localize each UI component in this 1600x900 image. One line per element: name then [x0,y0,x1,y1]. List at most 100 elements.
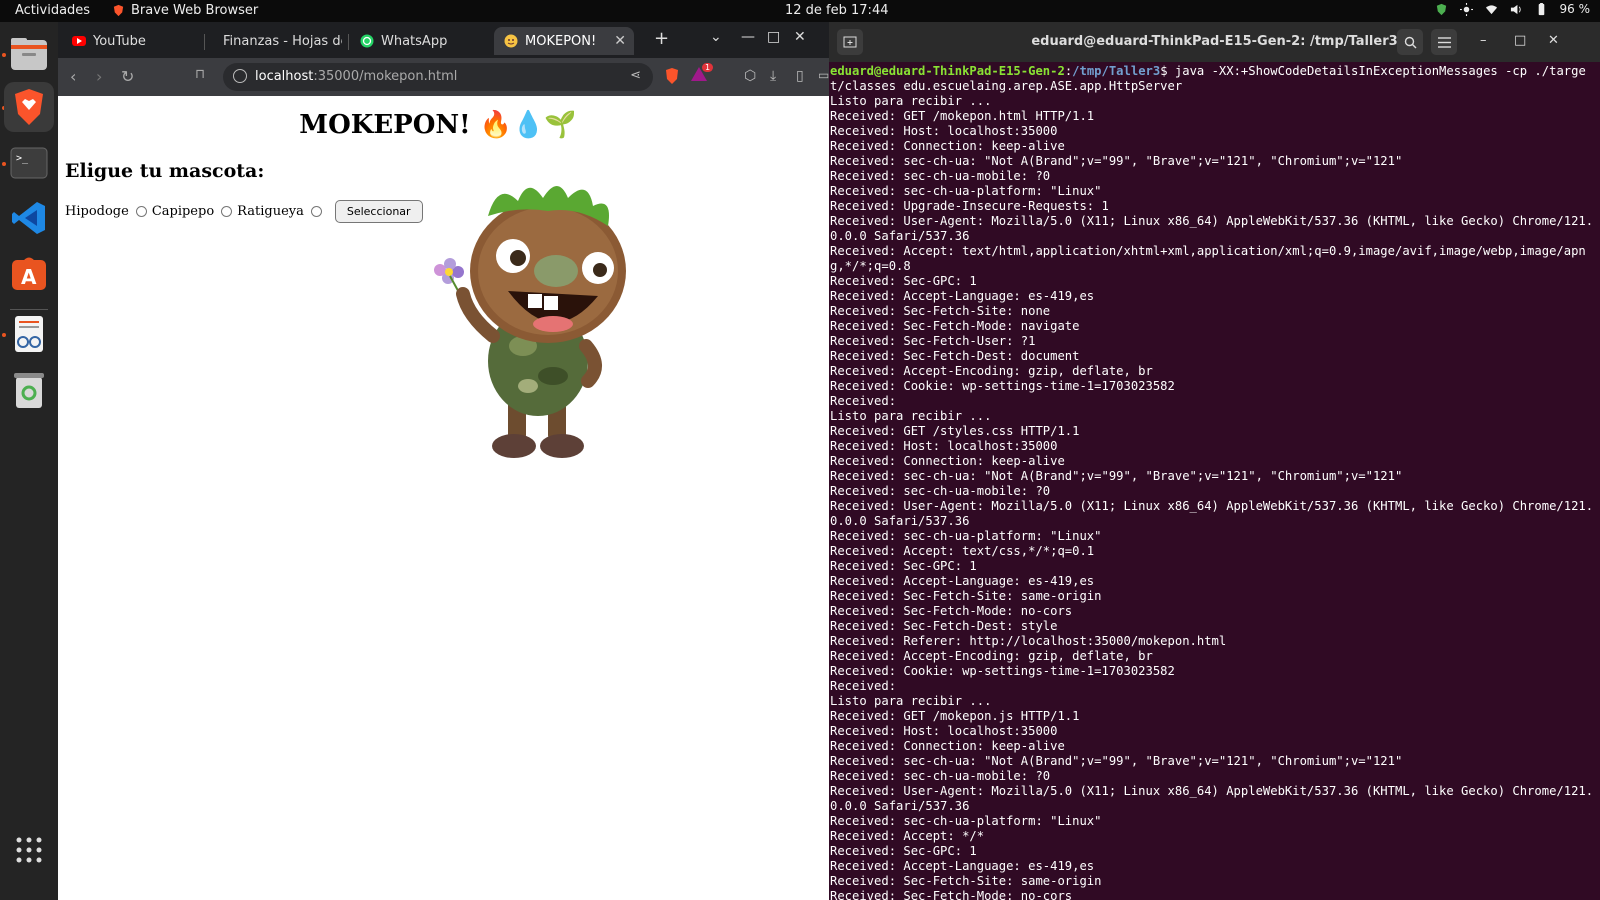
terminal-minimize-button[interactable]: – [1480,33,1487,48]
log-line: Received: Sec-Fetch-Site: same-origin [830,589,1102,603]
new-tab-button[interactable]: + [654,28,669,49]
terminal-maximize-button[interactable]: □ [1514,33,1526,48]
terminal-close-button[interactable]: ✕ [1548,33,1559,48]
site-info-icon[interactable] [233,69,247,83]
svg-text:A: A [21,265,37,289]
terminal-header: eduard@eduard-ThinkPad-E15-Gen-2: /tmp/T… [829,22,1600,62]
tab-finanzas[interactable]: Finanzas - Hojas de [206,27,342,55]
log-line: Received: Sec-Fetch-User: ?1 [830,334,1036,348]
terminal-search-button[interactable] [1397,29,1423,55]
trash-launcher[interactable] [9,370,49,410]
trash-icon [14,373,44,408]
server-log: Listo para recibir ... Received: GET /mok… [830,94,1600,900]
log-line: Received: Sec-Fetch-Dest: document [830,349,1080,363]
terminal-window: eduard@eduard-ThinkPad-E15-Gen-2: /tmp/T… [829,22,1600,900]
log-line: Listo para recibir ... [830,94,992,108]
prompt-user: eduard@eduard-ThinkPad-E15-Gen-2 [830,64,1065,78]
log-line: Received: Sec-Fetch-Mode: no-cors [830,604,1073,618]
log-line: Received: sec-ch-ua-mobile: ?0 [830,484,1051,498]
app-name: Brave Web Browser [131,3,259,18]
log-line: Received: Sec-Fetch-Dest: style [830,619,1058,633]
option-label-hipodoge: Hipodoge [65,204,129,219]
search-icon [1404,36,1416,48]
log-line: Received: Connection: keep-alive [830,139,1065,153]
running-indicator [2,333,6,337]
running-indicator [2,162,6,166]
radio-hipodoge[interactable] [135,206,147,217]
log-line: Received: sec-ch-ua-mobile: ?0 [830,769,1051,783]
terminal-menu-button[interactable] [1431,29,1457,55]
tab-label: MOKEPON! [525,33,597,49]
dock-separator [10,309,48,310]
url-host: localhost [255,69,314,84]
terminal-output[interactable]: eduard@eduard-ThinkPad-E15-Gen-2:/tmp/Ta… [830,64,1600,900]
maximize-button[interactable]: □ [767,29,780,45]
files-launcher[interactable] [9,34,49,74]
youtube-icon [72,36,86,46]
log-line: Received: Accept-Encoding: gzip, deflate… [830,649,1153,663]
wifi-icon [1485,4,1497,14]
log-line: Received: User-Agent: Mozilla/5.0 (X11; … [830,784,1594,813]
brave-shields-icon[interactable] [664,67,680,85]
address-bar[interactable]: localhost:35000/mokepon.html ⋖ [223,63,653,91]
brave-rewards-button[interactable]: 1 [690,63,714,86]
url-text: localhost:35000/mokepon.html [255,69,457,84]
log-line: Received: sec-ch-ua-mobile: ?0 [830,169,1051,183]
log-line: Received: [830,394,904,408]
tab-label: YouTube [93,33,146,49]
option-label-ratigueya: Ratigueya [237,204,304,219]
vscode-icon [12,202,45,234]
rewards-badge: 1 [702,63,714,72]
log-line: Received: Sec-GPC: 1 [830,559,977,573]
document-viewer-launcher[interactable] [9,314,49,354]
sidebar-icon[interactable]: ▯ [796,68,804,84]
system-tray[interactable]: 96 % [1435,2,1590,16]
bookmark-icon[interactable]: ⊓ [195,67,205,82]
reload-button[interactable]: ↻ [121,67,134,86]
app-menu[interactable]: Brave Web Browser [112,3,258,18]
tab-label: Finanzas - Hojas de [223,33,342,49]
files-icon [11,38,47,70]
pet-selection-form: Hipodoge Capipepo Ratigueya Seleccionar [65,200,423,223]
log-line: Received: User-Agent: Mozilla/5.0 (X11; … [830,499,1594,528]
forward-button[interactable]: › [96,67,102,86]
radio-ratigueya[interactable] [310,206,322,217]
log-line: Received: [830,679,904,693]
log-line: Received: GET /mokepon.html HTTP/1.1 [830,109,1095,123]
log-line: Received: Accept-Language: es-419,es [830,574,1095,588]
app-center-launcher[interactable]: A [9,254,49,294]
extensions-icon[interactable]: ⬡ [744,68,756,84]
select-pet-button[interactable]: Seleccionar [334,200,423,223]
log-line: Received: Accept-Encoding: gzip, deflate… [830,364,1153,378]
tab-search-chevron-icon[interactable]: ⌄ [710,29,722,45]
log-line: Received: Cookie: wp-settings-time-1=170… [830,664,1175,678]
minimize-button[interactable]: — [741,29,755,45]
brave-launcher[interactable] [4,82,54,132]
download-icon[interactable]: ⤓ [770,68,776,84]
log-line: Received: sec-ch-ua: "Not A(Brand";v="99… [830,469,1403,483]
activities-button[interactable]: Actividades [15,3,90,18]
back-button[interactable]: ‹ [70,67,76,86]
vscode-launcher[interactable] [9,198,49,238]
browser-window: YouTube Finanzas - Hojas de WhatsApp MOK… [58,22,829,900]
clock[interactable]: 12 de feb 17:44 [785,3,888,18]
app-center-icon: A [12,257,46,290]
tab-whatsapp[interactable]: WhatsApp [350,27,490,55]
tab-mokepon[interactable]: MOKEPON! ✕ [494,27,634,55]
log-line: Received: Accept-Language: es-419,es [830,859,1095,873]
tab-youtube[interactable]: YouTube [62,27,202,55]
wallet-icon[interactable]: ▭ [818,68,829,82]
hamburger-menu-icon [1437,36,1451,48]
radio-capipepo[interactable] [221,206,233,217]
volume-icon [1510,4,1521,14]
close-tab-icon[interactable]: ✕ [614,33,626,49]
log-line: Received: Host: localhost:35000 [830,439,1058,453]
close-window-button[interactable]: ✕ [794,29,806,45]
terminal-launcher[interactable]: >_ [9,143,49,183]
share-icon[interactable]: ⋖ [630,68,641,83]
log-line: Received: Referer: http://localhost:3500… [830,634,1227,648]
tab-separator [348,34,349,50]
document-viewer-icon [15,316,43,352]
log-line: Received: Connection: keep-alive [830,739,1065,753]
show-apps-button[interactable] [9,830,49,870]
